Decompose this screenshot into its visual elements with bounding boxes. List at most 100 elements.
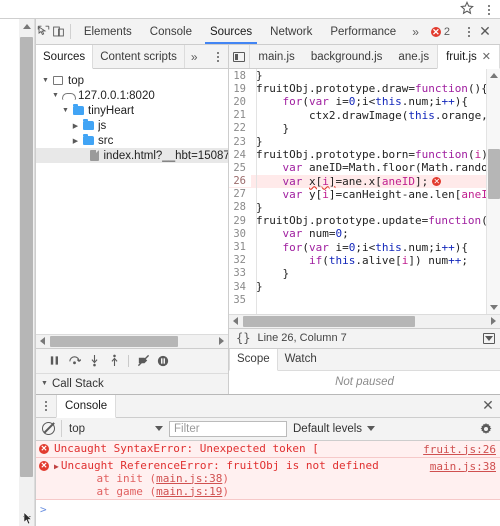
code-editor[interactable]: 18} 19 fruitObj.prototype.draw=function()… bbox=[229, 69, 500, 314]
close-tab-icon[interactable]: ✕ bbox=[482, 50, 491, 63]
drawer-close-icon[interactable]: ✕ bbox=[476, 395, 500, 417]
code-line[interactable]: 21 ctx2.drawImage(this.orange,this.x[i] bbox=[229, 109, 486, 122]
tree-item-tinyheart[interactable]: ▼ tinyHeart bbox=[36, 103, 228, 118]
more-tabs-icon[interactable]: » bbox=[405, 19, 426, 44]
editor-tab-fruit-js[interactable]: fruit.js ✕ bbox=[437, 45, 500, 69]
tree-item-top[interactable]: ▼ top bbox=[36, 73, 228, 88]
tab-watch[interactable]: Watch bbox=[278, 349, 324, 370]
execution-context-select[interactable]: top bbox=[61, 420, 163, 438]
show-navigator-icon[interactable] bbox=[229, 45, 251, 68]
tree-item-origin[interactable]: ▼ 127.0.0.1:8020 bbox=[36, 88, 228, 103]
disclosure-expanded-icon[interactable]: ▼ bbox=[50, 92, 61, 99]
tab-elements[interactable]: Elements bbox=[75, 19, 141, 44]
code-line[interactable]: 34} bbox=[229, 280, 486, 293]
code-line[interactable]: 29 fruitObj.prototype.update=function(){ bbox=[229, 214, 486, 227]
tree-item-js[interactable]: ▶ js bbox=[36, 118, 228, 133]
format-braces-icon[interactable]: {} bbox=[229, 331, 257, 345]
console-message-error[interactable]: ✕ ▶ Uncaught ReferenceError: fruitObj is … bbox=[36, 457, 500, 500]
code-line[interactable]: 23} bbox=[229, 135, 486, 148]
editor-vertical-scrollbar[interactable] bbox=[486, 69, 500, 314]
disclosure-expanded-icon[interactable]: ▼ bbox=[60, 107, 71, 114]
chevron-down-icon[interactable] bbox=[367, 426, 376, 432]
navigator-horizontal-scrollbar[interactable] bbox=[36, 333, 228, 348]
code-line[interactable]: 24 fruitObj.prototype.born=function(i){ bbox=[229, 148, 486, 161]
navigator-options-icon[interactable] bbox=[208, 45, 228, 68]
tab-network[interactable]: Network bbox=[261, 19, 321, 44]
editor-hscrollbar-thumb[interactable] bbox=[243, 315, 415, 327]
navigator-scrollbar-thumb[interactable] bbox=[50, 335, 178, 347]
code-viewport[interactable]: 18} 19 fruitObj.prototype.draw=function()… bbox=[229, 69, 486, 314]
tab-scope[interactable]: Scope bbox=[229, 348, 278, 371]
device-toolbar-icon[interactable] bbox=[51, 19, 66, 44]
page-scrollbar-thumb[interactable] bbox=[20, 37, 33, 477]
drawer-options-icon[interactable] bbox=[36, 395, 56, 417]
editor-horizontal-scrollbar[interactable] bbox=[229, 313, 500, 328]
stack-frame-link[interactable]: main.js:19 bbox=[156, 485, 222, 498]
star-icon[interactable] bbox=[460, 1, 474, 18]
devtools-settings-menu-icon[interactable] bbox=[464, 26, 474, 37]
call-stack-section[interactable]: ▼ Call Stack bbox=[36, 372, 228, 394]
tree-item-src[interactable]: ▶ src bbox=[36, 133, 228, 148]
code-line-error[interactable]: 26 var x[i]=ane.x[aneID]; ✕ bbox=[229, 174, 486, 188]
console-message-source-link[interactable]: main.js:38 bbox=[422, 460, 496, 473]
tab-sources[interactable]: Sources bbox=[201, 19, 261, 44]
code-line[interactable]: 20 for(var i=0;i<this.num;i++){ bbox=[229, 95, 486, 108]
console-settings-gear-icon[interactable] bbox=[478, 421, 494, 437]
code-line[interactable]: 27 var y[i]=canHeight-ane.len[aneID]; bbox=[229, 188, 486, 201]
scroll-left-arrow-icon[interactable] bbox=[36, 337, 49, 346]
editor-tab-ane-js[interactable]: ane.js bbox=[390, 45, 437, 68]
code-line[interactable]: 31 for(var i=0;i<this.num;i++){ bbox=[229, 240, 486, 254]
drawer-tab-console[interactable]: Console bbox=[56, 394, 117, 418]
disclosure-collapsed-icon[interactable]: ▶ bbox=[70, 137, 81, 145]
console-filter-input[interactable] bbox=[169, 420, 287, 437]
code-line[interactable]: 30 var num=0; bbox=[229, 227, 486, 240]
browser-menu-icon[interactable] bbox=[484, 4, 494, 15]
scroll-right-arrow-icon[interactable] bbox=[487, 317, 500, 326]
inspect-element-icon[interactable] bbox=[36, 19, 51, 44]
page-scrollbar[interactable] bbox=[19, 19, 35, 526]
code-line[interactable]: 25 var aneID=Math.floor(Math.random()*an… bbox=[229, 161, 486, 174]
console-prompt[interactable]: > bbox=[36, 499, 500, 519]
editor-scrollbar-thumb[interactable] bbox=[488, 149, 500, 199]
code-line[interactable]: 33 } bbox=[229, 267, 486, 280]
navigator-tab-sources[interactable]: Sources bbox=[36, 45, 94, 69]
editor-tab-main-js[interactable]: main.js bbox=[250, 45, 302, 68]
pause-on-exceptions-icon[interactable] bbox=[154, 352, 172, 370]
chevron-down-icon[interactable] bbox=[155, 426, 163, 432]
console-message-error[interactable]: ✕ Uncaught SyntaxError: Unexpected token… bbox=[36, 440, 500, 458]
code-line[interactable]: 19 fruitObj.prototype.draw=function(){ bbox=[229, 82, 486, 95]
code-line[interactable]: 28} bbox=[229, 201, 486, 214]
disclosure-collapsed-icon[interactable]: ▶ bbox=[70, 122, 81, 130]
editor-tab-background-js[interactable]: background.js bbox=[303, 45, 391, 68]
scroll-left-arrow-icon[interactable] bbox=[229, 317, 242, 326]
breakpoint-slash-icon[interactable] bbox=[134, 352, 152, 370]
code-line[interactable]: 22 } bbox=[229, 122, 486, 135]
inline-error-icon[interactable]: ✕ bbox=[432, 177, 442, 187]
scroll-up-arrow-icon[interactable] bbox=[487, 69, 500, 82]
error-count-badge[interactable]: ✕ 2 bbox=[426, 26, 455, 38]
navigator-tab-content-scripts[interactable]: Content scripts bbox=[93, 45, 185, 68]
step-over-icon[interactable] bbox=[65, 352, 83, 370]
pretty-print-icon[interactable] bbox=[478, 332, 500, 344]
navigator-more-icon[interactable]: » bbox=[185, 45, 204, 68]
tab-console[interactable]: Console bbox=[141, 19, 201, 44]
step-out-icon[interactable] bbox=[105, 352, 123, 370]
disclosure-expanded-icon[interactable]: ▼ bbox=[40, 77, 51, 84]
code-line[interactable]: 32 if(this.alive[i]) num++; bbox=[229, 254, 486, 267]
log-levels-select[interactable]: Default levels bbox=[293, 423, 376, 435]
scroll-up-arrow-icon[interactable] bbox=[19, 19, 35, 34]
console-message-source-link[interactable]: fruit.js:26 bbox=[415, 443, 496, 456]
triangle-right-icon[interactable]: ▶ bbox=[54, 462, 59, 471]
disclosure-expanded-icon[interactable]: ▼ bbox=[41, 380, 48, 387]
stack-frame-link[interactable]: main.js:38 bbox=[156, 472, 222, 485]
code-line[interactable]: 18} bbox=[229, 69, 486, 82]
tree-item-index-html[interactable]: ▶ index.html?__hbt=150875524 bbox=[36, 148, 228, 163]
step-into-icon[interactable] bbox=[85, 352, 103, 370]
scroll-down-arrow-icon[interactable] bbox=[487, 301, 500, 314]
code-line[interactable]: 35 bbox=[229, 293, 486, 306]
tab-performance[interactable]: Performance bbox=[321, 19, 405, 44]
scroll-right-arrow-icon[interactable] bbox=[215, 337, 228, 346]
devtools-close-icon[interactable]: ✕ bbox=[474, 23, 496, 40]
pause-icon[interactable] bbox=[45, 352, 63, 370]
clear-console-icon[interactable] bbox=[42, 422, 55, 436]
